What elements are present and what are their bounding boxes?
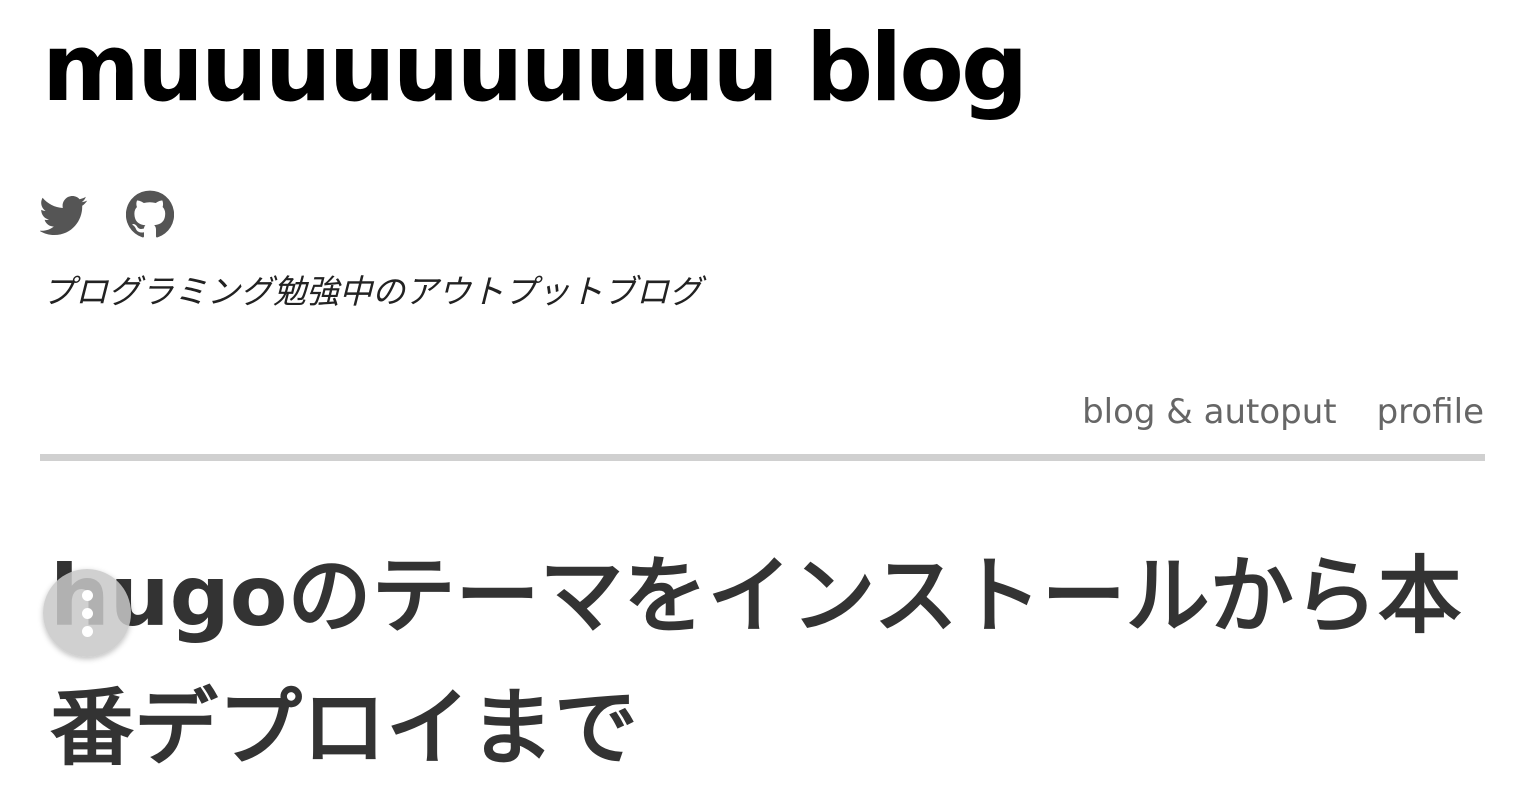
twitter-icon[interactable] bbox=[40, 190, 88, 238]
nav-link-blog[interactable]: blog & autoput bbox=[1082, 388, 1337, 436]
github-icon[interactable] bbox=[126, 190, 174, 238]
social-links bbox=[40, 190, 174, 238]
header-divider bbox=[40, 454, 1485, 461]
more-options-button[interactable] bbox=[43, 569, 131, 657]
nav-link-profile[interactable]: profile bbox=[1377, 388, 1484, 436]
main-nav: blog & autoput profile bbox=[1082, 388, 1484, 436]
post-title[interactable]: hugoのテーマをインストールから本番デプロイまで bbox=[50, 530, 1470, 794]
more-vertical-icon bbox=[81, 589, 93, 637]
site-tagline: プログラミング勉強中のアウトプットブログ bbox=[42, 272, 702, 311]
site-title[interactable]: muuuuuuuuuu blog bbox=[42, 14, 1028, 124]
